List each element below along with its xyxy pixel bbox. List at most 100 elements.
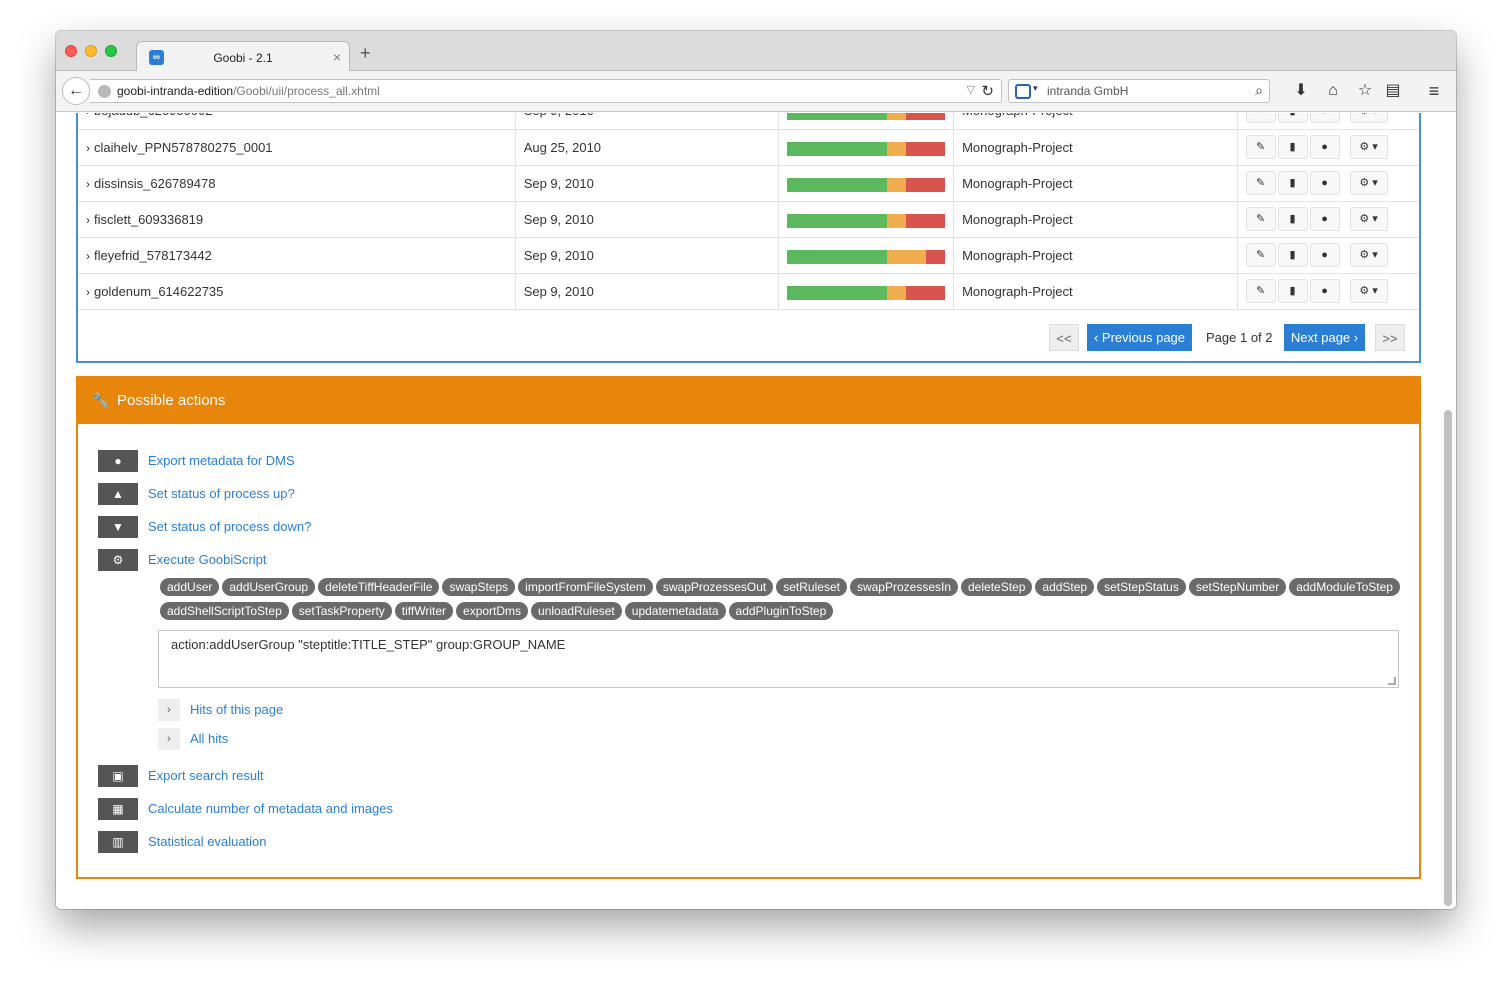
settings-gear-icon[interactable]: ⚙ ▾	[1349, 113, 1388, 123]
search-bar[interactable]: ▾ intranda GmbH ⌕	[1008, 79, 1270, 103]
chevron-right-icon[interactable]: ›	[158, 728, 180, 750]
process-title[interactable]: goldenum_614622735	[94, 284, 223, 299]
export-search-link[interactable]: Export search result	[148, 768, 264, 783]
goobiscript-chip[interactable]: setStepStatus	[1097, 578, 1186, 596]
edit-icon[interactable]: ✎	[1245, 171, 1276, 195]
goobiscript-chip[interactable]: swapProzessesIn	[849, 578, 958, 596]
expand-chevron-icon[interactable]: ›	[86, 213, 90, 227]
settings-gear-icon[interactable]: ⚙ ▾	[1349, 243, 1388, 267]
bookmark-star-icon[interactable]: ☆	[1354, 80, 1376, 102]
process-title[interactable]: fisclett_609336819	[94, 212, 203, 227]
metadata-book-icon[interactable]: ▮	[1277, 171, 1308, 195]
address-bar[interactable]: goobi-intranda-edition/Goobi/uii/process…	[90, 79, 1002, 103]
goobiscript-chip[interactable]: tiffWriter	[394, 602, 454, 620]
goobiscript-chip[interactable]: setRuleset	[776, 578, 847, 596]
last-page-button[interactable]: >>	[1375, 324, 1405, 351]
goobiscript-chip[interactable]: deleteStep	[961, 578, 1033, 596]
arrow-up-box-icon[interactable]: ▲	[98, 483, 138, 505]
chevron-right-icon[interactable]: ›	[158, 699, 180, 721]
history-dropdown-icon[interactable]: ▽	[967, 83, 975, 96]
new-tab-icon[interactable]: +	[360, 44, 371, 62]
back-button[interactable]: ←	[62, 77, 90, 105]
settings-gear-icon[interactable]: ⚙ ▾	[1349, 207, 1388, 231]
close-window-button[interactable]	[65, 45, 77, 57]
edit-icon[interactable]: ✎	[1245, 113, 1276, 123]
goobiscript-chip[interactable]: addModuleToStep	[1289, 578, 1400, 596]
goobiscript-chip[interactable]: addPluginToStep	[728, 602, 834, 620]
download-icon[interactable]: ⬇	[1290, 80, 1312, 102]
status-up-link[interactable]: Set status of process up?	[148, 486, 295, 501]
minimize-window-button[interactable]	[85, 45, 97, 57]
goobiscript-chip[interactable]: importFromFileSystem	[518, 578, 653, 596]
metadata-book-icon[interactable]: ▮	[1277, 207, 1308, 231]
menu-icon[interactable]: ≡	[1423, 80, 1445, 102]
goobiscript-chip[interactable]: addUser	[160, 578, 220, 596]
expand-chevron-icon[interactable]: ›	[86, 249, 90, 263]
globe-icon[interactable]: ●	[98, 450, 138, 472]
export-dms-link[interactable]: Export metadata for DMS	[148, 453, 295, 468]
goobiscript-chip[interactable]: exportDms	[456, 602, 529, 620]
metadata-book-icon[interactable]: ▮	[1277, 279, 1308, 303]
edit-icon[interactable]: ✎	[1245, 135, 1276, 159]
process-title[interactable]: claihelv_PPN578780275_0001	[94, 140, 273, 155]
search-icon[interactable]: ⌕	[1255, 82, 1263, 99]
site-info-icon[interactable]	[98, 85, 111, 98]
hits-page-link[interactable]: Hits of this page	[190, 702, 283, 717]
settings-gear-icon[interactable]: ⚙ ▾	[1349, 171, 1388, 195]
metadata-book-icon[interactable]: ▮	[1277, 113, 1308, 123]
goobiscript-chip[interactable]: addStep	[1035, 578, 1095, 596]
goobiscript-chip[interactable]: swapSteps	[442, 578, 516, 596]
export-globe-icon[interactable]: ●	[1309, 279, 1340, 303]
page-scrollbar[interactable]	[1444, 410, 1452, 906]
search-engine-icon[interactable]	[1015, 84, 1031, 99]
reading-list-icon[interactable]: ▤	[1382, 80, 1404, 102]
goobiscript-textarea[interactable]: action:addUserGroup "steptitle:TITLE_STE…	[158, 630, 1399, 688]
settings-gear-icon[interactable]: ⚙ ▾	[1349, 135, 1388, 159]
goobiscript-chip[interactable]: setStepNumber	[1188, 578, 1287, 596]
reload-icon[interactable]: ↻	[981, 82, 994, 100]
table-grid-icon[interactable]: ▦	[98, 798, 138, 820]
zoom-window-button[interactable]	[105, 45, 117, 57]
calc-metadata-link[interactable]: Calculate number of metadata and images	[148, 801, 393, 816]
gears-icon[interactable]: ⚙	[98, 549, 138, 571]
export-globe-icon[interactable]: ●	[1309, 135, 1340, 159]
save-icon[interactable]: ▣	[98, 765, 138, 787]
goobiscript-chip[interactable]: swapProzessesOut	[655, 578, 774, 596]
tab-close-icon[interactable]: ×	[333, 49, 341, 65]
edit-icon[interactable]: ✎	[1245, 243, 1276, 267]
export-globe-icon[interactable]: ●	[1309, 113, 1340, 123]
search-engine-caret-icon[interactable]: ▾	[1033, 83, 1038, 94]
goobiscript-chip[interactable]: updatemetadata	[624, 602, 726, 620]
settings-gear-icon[interactable]: ⚙ ▾	[1349, 279, 1388, 303]
goobiscript-chip[interactable]: addShellScriptToStep	[160, 602, 289, 620]
next-page-button[interactable]: Next page ›	[1284, 324, 1365, 351]
first-page-button[interactable]: <<	[1049, 324, 1079, 351]
expand-chevron-icon[interactable]: ›	[86, 113, 90, 118]
arrow-down-box-icon[interactable]: ▼	[98, 516, 138, 538]
goobiscript-chip[interactable]: addUserGroup	[222, 578, 316, 596]
goobiscript-chip[interactable]: deleteTiffHeaderFile	[318, 578, 440, 596]
process-title[interactable]: fleyefrid_578173442	[94, 248, 212, 263]
goobiscript-chip[interactable]: unloadRuleset	[531, 602, 622, 620]
browser-tab[interactable]: ∞ Goobi - 2.1 ×	[136, 41, 350, 72]
export-globe-icon[interactable]: ●	[1309, 171, 1340, 195]
home-icon[interactable]: ⌂	[1322, 80, 1344, 102]
export-globe-icon[interactable]: ●	[1309, 207, 1340, 231]
script-text[interactable]: action:addUserGroup "steptitle:TITLE_STE…	[171, 637, 565, 652]
process-title[interactable]: dissinsis_626789478	[94, 176, 215, 191]
resize-handle-icon[interactable]	[1388, 677, 1396, 685]
all-hits-link[interactable]: All hits	[190, 731, 228, 746]
goobiscript-chip[interactable]: setTaskProperty	[291, 602, 392, 620]
edit-icon[interactable]: ✎	[1245, 279, 1276, 303]
expand-chevron-icon[interactable]: ›	[86, 285, 90, 299]
statistics-link[interactable]: Statistical evaluation	[148, 834, 267, 849]
search-input[interactable]: intranda GmbH	[1047, 84, 1128, 98]
previous-page-button[interactable]: ‹ Previous page	[1087, 324, 1192, 351]
metadata-book-icon[interactable]: ▮	[1277, 243, 1308, 267]
status-down-link[interactable]: Set status of process down?	[148, 519, 311, 534]
process-title[interactable]: bojadub_620950002	[94, 113, 213, 118]
url-text[interactable]: goobi-intranda-edition/Goobi/uii/process…	[117, 84, 380, 98]
goobiscript-link[interactable]: Execute GoobiScript	[148, 552, 267, 567]
export-globe-icon[interactable]: ●	[1309, 243, 1340, 267]
bar-chart-icon[interactable]: ▥	[98, 831, 138, 853]
